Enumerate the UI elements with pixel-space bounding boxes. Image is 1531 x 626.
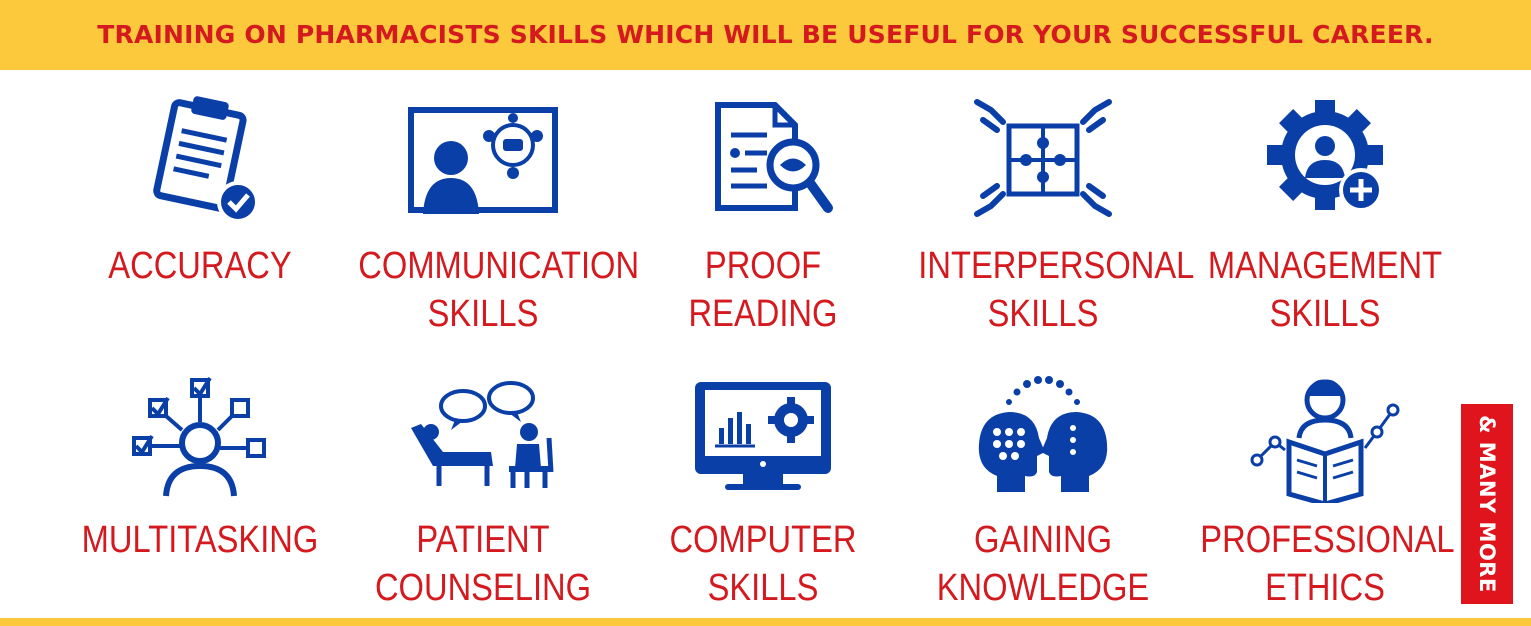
document-magnifier-icon [683, 90, 843, 225]
skill-label: COMMUNICATION SKILLS [358, 245, 640, 335]
gear-person-plus-icon [1245, 90, 1405, 225]
skill-label: PATIENT COUNSELING [374, 519, 592, 609]
puzzle-hands-icon [963, 90, 1123, 225]
clipboard-check-icon [120, 90, 280, 225]
banner-title: TRAINING ON PHARMACISTS SKILLS WHICH WIL… [97, 20, 1434, 49]
badge-label: & MANY MORE [1475, 415, 1500, 593]
skill-label: PROOF READING [688, 245, 838, 335]
bottom-bar [0, 618, 1531, 626]
counseling-couch-icon [403, 368, 563, 503]
top-banner: TRAINING ON PHARMACISTS SKILLS WHICH WIL… [0, 0, 1531, 70]
skill-label: MANAGEMENT SKILLS [1207, 245, 1443, 335]
skill-label: COMPUTER SKILLS [669, 519, 857, 609]
presentation-board-icon [403, 90, 563, 225]
skill-label: INTERPERSONAL SKILLS [918, 245, 1195, 335]
skill-label: ACCURACY [108, 245, 292, 287]
person-checkboxes-icon [120, 368, 280, 503]
skill-label: MULTITASKING [81, 519, 319, 561]
skill-label: PROFESSIONAL ETHICS [1200, 519, 1455, 609]
reader-book-graph-icon [1245, 368, 1405, 503]
skill-label: GAINING KNOWLEDGE [936, 519, 1150, 609]
monitor-chart-gear-icon [683, 368, 843, 503]
two-heads-knowledge-icon [963, 368, 1123, 503]
many-more-badge: & MANY MORE [1461, 404, 1513, 604]
